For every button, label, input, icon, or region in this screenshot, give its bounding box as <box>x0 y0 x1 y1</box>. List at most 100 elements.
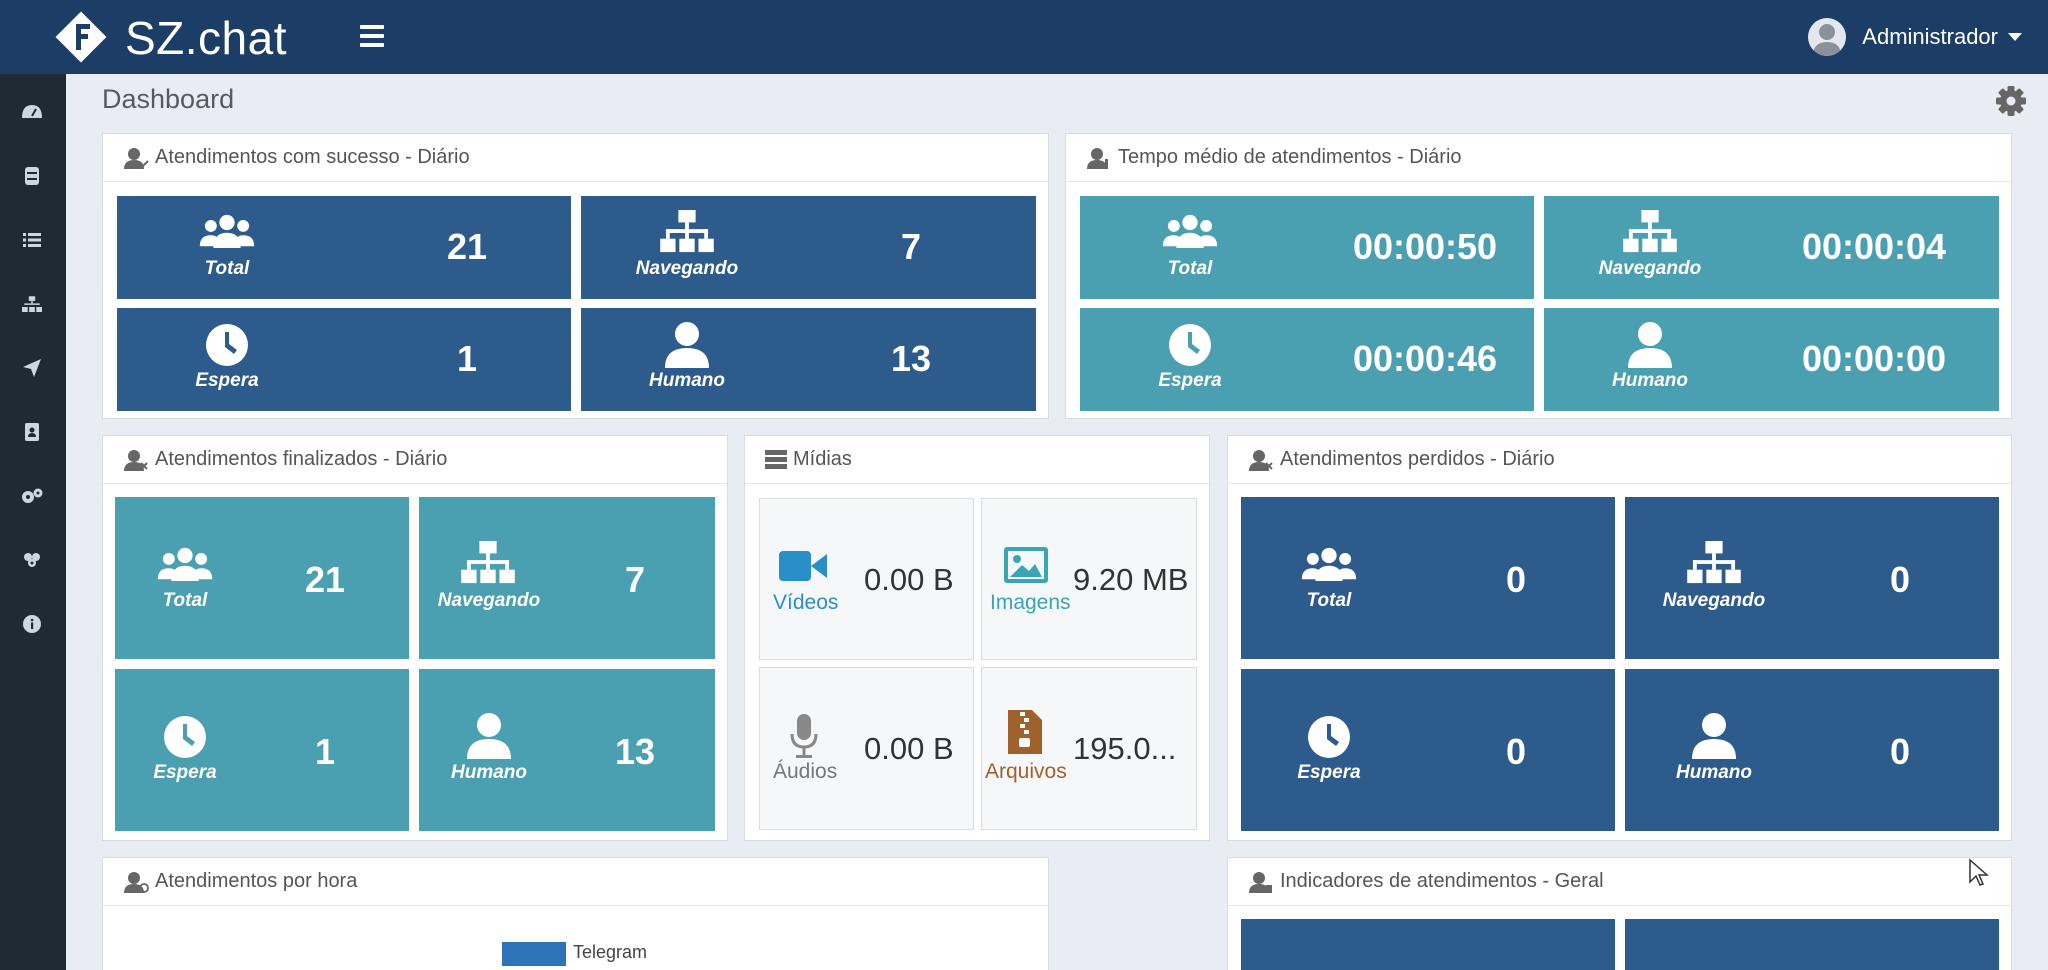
tile-label: Navegando <box>635 258 739 279</box>
tile-label: Espera <box>195 370 259 391</box>
panel-title: Atendimentos perdidos - Diário <box>1280 448 1555 470</box>
tile-value: 00:00:46 <box>1352 338 1498 379</box>
sidebar-item-info[interactable] <box>14 606 50 642</box>
tile-espera[interactable]: Espera 1 <box>115 669 409 831</box>
sitemap-icon <box>1623 210 1677 254</box>
tile-navegando[interactable]: Navegando 0 <box>1625 497 1999 659</box>
clock-icon <box>1307 715 1351 759</box>
tile-value: 13 <box>890 338 932 379</box>
media-value: 195.0... <box>1073 731 1177 766</box>
media-value: 0.00 B <box>864 731 954 766</box>
panel-header: Mídias <box>745 436 1209 484</box>
tile-espera[interactable]: Espera 0 <box>1241 669 1615 831</box>
sidebar-item-send[interactable] <box>14 350 50 386</box>
microphone-icon <box>790 714 818 758</box>
panel-title: Atendimentos finalizados - Diário <box>155 448 448 470</box>
tile-value: 0 <box>1889 731 1911 772</box>
user-icon <box>665 322 709 368</box>
panel-header: Atendimentos com sucesso - Diário <box>103 134 1048 182</box>
tile-label: Total <box>1167 258 1213 279</box>
users-icon <box>199 214 255 248</box>
sidebar-item-list[interactable] <box>14 222 50 258</box>
panel-indicadores: Indicadores de atendimentos - Geral <box>1227 857 2012 970</box>
tile-humano[interactable]: Humano 0 <box>1625 669 1999 831</box>
list-icon <box>23 233 41 247</box>
tile-navegando[interactable]: Navegando 7 <box>581 196 1036 299</box>
user-menu[interactable]: Administrador <box>1808 16 2022 58</box>
database-icon <box>25 167 39 185</box>
user-name: Administrador <box>1862 24 1998 49</box>
tile-indicador-1[interactable] <box>1241 919 1615 970</box>
sidebar-item-database[interactable] <box>14 158 50 194</box>
media-videos[interactable]: Vídeos 0.00 B <box>759 498 974 660</box>
users-icon <box>1301 547 1357 581</box>
tile-label: Humano <box>1612 370 1688 391</box>
user-times-icon <box>1248 449 1273 471</box>
panel-header: Atendimentos por hora <box>103 858 1048 906</box>
panel-atendimentos-sucesso: Atendimentos com sucesso - Diário Total … <box>102 133 1049 419</box>
sitemap-icon <box>660 210 714 254</box>
sidebar-item-groups[interactable] <box>14 542 50 578</box>
tile-humano[interactable]: Humano 13 <box>581 308 1036 411</box>
page-title: Dashboard <box>102 84 235 114</box>
tile-value: 21 <box>446 226 488 267</box>
user-icon <box>1692 713 1736 759</box>
tile-value: 7 <box>900 226 922 267</box>
tile-value: 00:00:04 <box>1801 226 1947 267</box>
media-audios[interactable]: Áudios 0.00 B <box>759 667 974 830</box>
brand-logo-icon[interactable] <box>52 8 110 66</box>
tile-label: Humano <box>451 762 527 783</box>
tile-total[interactable]: Total 0 <box>1241 497 1615 659</box>
sidebar <box>0 74 66 970</box>
sidebar-item-dashboard[interactable] <box>14 94 50 130</box>
users-icon <box>157 547 213 581</box>
sidebar-item-settings[interactable] <box>14 478 50 514</box>
tile-espera[interactable]: Espera 1 <box>117 308 571 411</box>
sitemap-icon <box>22 295 42 312</box>
menu-toggle-icon[interactable] <box>360 25 384 47</box>
top-navbar: SZ.chat Administrador <box>0 0 2048 74</box>
tile-total[interactable]: Total 21 <box>117 196 571 299</box>
tile-humano[interactable]: Humano 00:00:00 <box>1544 308 1999 411</box>
tile-label: Total <box>204 258 250 279</box>
tile-total[interactable]: Total 00:00:50 <box>1080 196 1534 299</box>
clock-icon <box>163 715 207 759</box>
avatar <box>1808 18 1847 56</box>
panel-title: Tempo médio de atendimentos - Diário <box>1118 146 1462 168</box>
panel-atendimentos-perdidos: Atendimentos perdidos - Diário Total 0 N… <box>1227 435 2012 841</box>
cogs-icon <box>22 488 43 503</box>
panel-title: Atendimentos com sucesso - Diário <box>155 146 470 168</box>
panel-title: Atendimentos por hora <box>155 870 358 892</box>
brand-name[interactable]: SZ.chat <box>125 11 287 65</box>
tile-espera[interactable]: Espera 00:00:46 <box>1080 308 1534 411</box>
tile-navegando[interactable]: Navegando 00:00:04 <box>1544 196 1999 299</box>
media-label: Áudios <box>773 760 838 783</box>
tile-total[interactable]: Total 21 <box>115 497 409 659</box>
panel-header: Atendimentos perdidos - Diário <box>1228 436 2011 484</box>
tile-indicador-2[interactable] <box>1625 919 1999 970</box>
media-arquivos[interactable]: Arquivos 195.0... <box>981 667 1197 830</box>
panel-title: Mídias <box>793 448 852 470</box>
panel-header: Indicadores de atendimentos - Geral <box>1228 858 2011 906</box>
user-clock-icon <box>1086 147 1108 169</box>
tile-value: 7 <box>624 559 646 600</box>
media-imagens[interactable]: Imagens 9.20 MB <box>981 498 1197 660</box>
tile-humano[interactable]: Humano 13 <box>419 669 715 831</box>
user-icon <box>467 713 511 759</box>
tile-label: Espera <box>153 762 217 783</box>
media-label: Arquivos <box>985 760 1067 783</box>
gear-icon[interactable] <box>1994 84 2028 118</box>
send-icon <box>23 359 41 377</box>
sitemap-icon <box>1687 541 1741 585</box>
user-avatar-icon <box>1813 24 1842 56</box>
tile-label: Espera <box>1297 762 1361 783</box>
tile-label: Humano <box>649 370 725 391</box>
sidebar-item-flows[interactable] <box>14 286 50 322</box>
tile-navegando[interactable]: Navegando 7 <box>419 497 715 659</box>
video-camera-icon <box>779 551 827 581</box>
server-icon <box>765 449 787 469</box>
users-icon <box>1162 214 1218 248</box>
user-clock-icon <box>123 871 149 893</box>
sidebar-item-contacts[interactable] <box>14 414 50 450</box>
user-chart-icon <box>1248 871 1272 893</box>
